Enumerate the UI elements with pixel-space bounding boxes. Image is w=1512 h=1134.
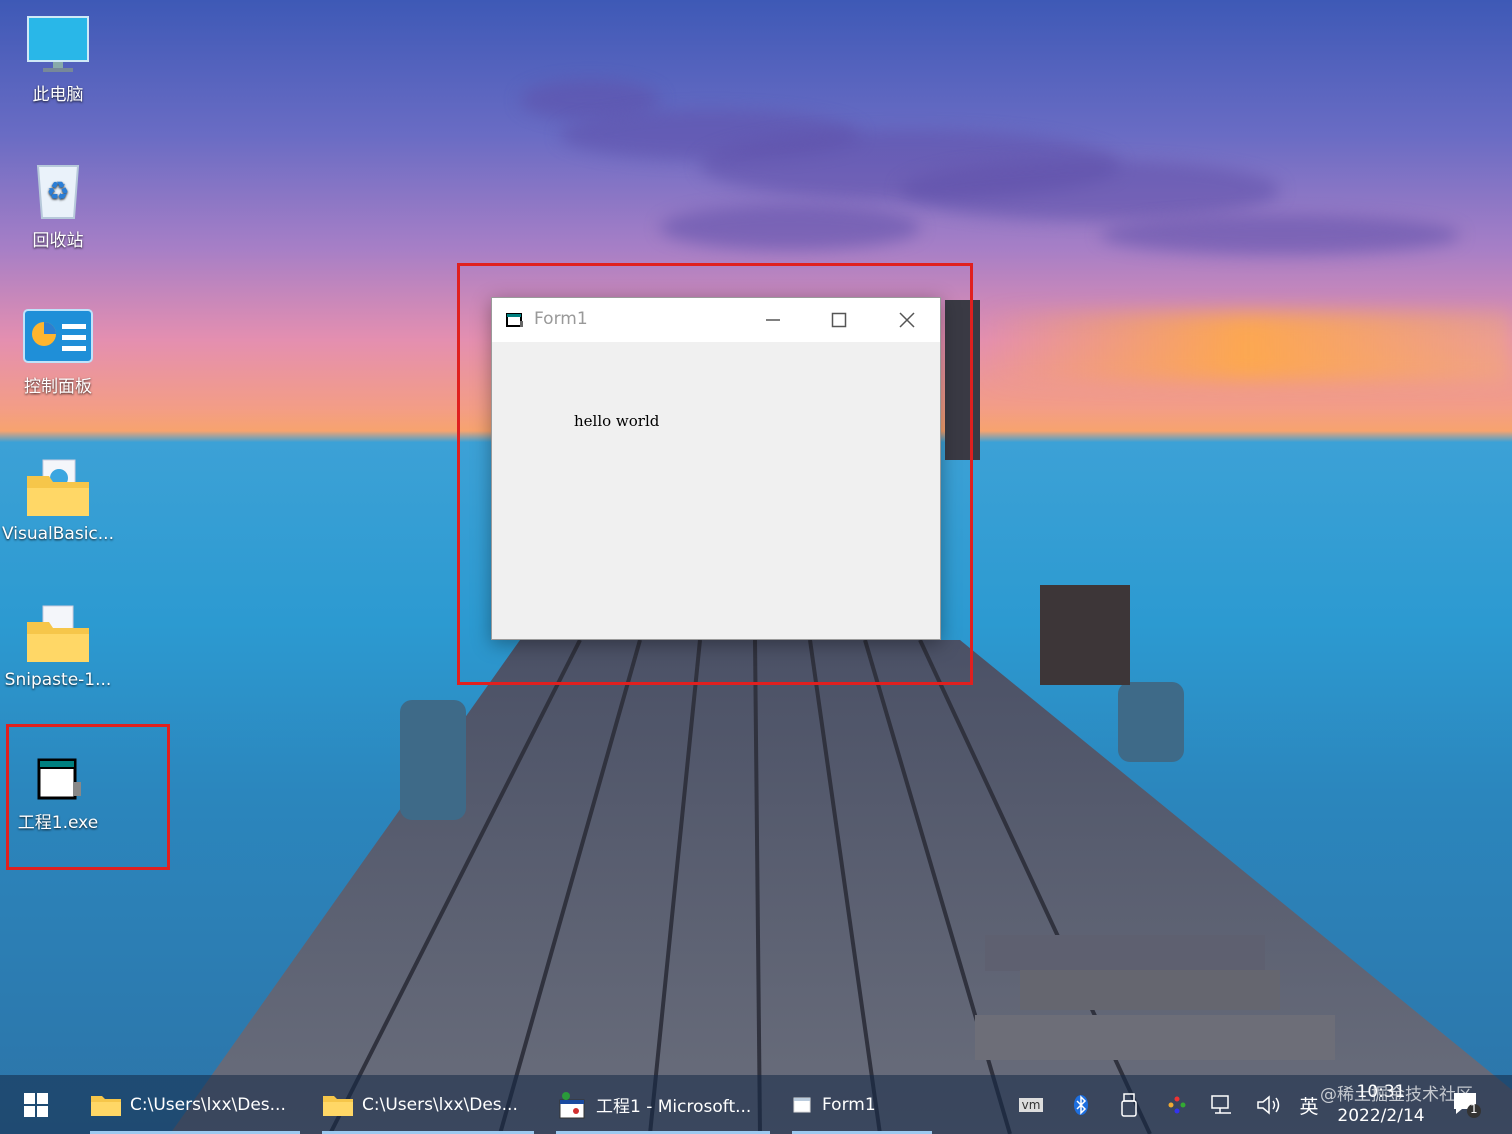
bluetooth-icon [1074,1095,1088,1115]
computer-icon [27,16,89,72]
recycle-bin-icon: ♻ [36,165,80,219]
taskbar-item-form1[interactable]: Form1 [792,1075,932,1134]
desktop-icon-this-pc[interactable]: 此电脑 [2,14,114,105]
taskbar-item-label: C:\Users\lxx\Des... [130,1094,286,1115]
desktop-icon-label: Snipaste-1... [4,670,112,690]
desktop-icon-snipaste-folder[interactable]: Snipaste-1... [2,604,114,690]
control-panel-icon [23,309,93,363]
tray-vmware-icon[interactable]: vm [1018,1092,1044,1118]
desktop-icon-visualbasic-folder[interactable]: VisualBasic... [2,458,114,544]
color-picker-icon [1168,1096,1186,1114]
network-icon [1211,1095,1231,1114]
vm-icon: vm [1018,1098,1044,1112]
ime-indicator[interactable]: 英 [1296,1092,1322,1118]
usb-drive-icon [1121,1093,1137,1117]
taskbar-item-explorer-2[interactable]: C:\Users\lxx\Des... [322,1075,534,1134]
taskbar-item-explorer-1[interactable]: C:\Users\lxx\Des... [90,1075,300,1134]
vb6-icon [559,1091,585,1118]
tray-network-icon[interactable] [1210,1092,1236,1118]
taskbar: C:\Users\lxx\Des... C:\Users\lxx\Des... … [0,1075,1512,1134]
highlight-box-window [457,263,973,685]
folder-icon [91,1095,121,1116]
watermark: @稀土掘金技术社区 [1320,1085,1473,1105]
desktop-icon-label: 控制面板 [24,377,92,397]
taskbar-item-label: C:\Users\lxx\Des... [362,1094,518,1115]
desktop-icon-recycle-bin[interactable]: ♻ 回收站 [2,160,114,251]
taskbar-item-label: 工程1 - Microsoft... [596,1097,752,1117]
folder-icon [27,459,89,516]
folder-icon [27,605,89,662]
clock-date: 2022/2/14 [1337,1106,1425,1126]
taskbar-item-label: Form1 [822,1094,876,1115]
tray-bluetooth-icon[interactable] [1068,1092,1094,1118]
desktop-icon-label: VisualBasic... [2,524,114,544]
desktop-icon-label: 此电脑 [32,85,84,105]
volume-icon [1257,1095,1280,1115]
taskbar-item-vb6[interactable]: 工程1 - Microsoft... [556,1075,770,1134]
tray-usb-icon[interactable] [1116,1092,1142,1118]
highlight-box-exe [6,724,170,870]
form-window-icon [793,1097,811,1112]
start-button[interactable] [18,1075,54,1134]
tray-color-icon[interactable] [1164,1092,1190,1118]
svg-text:♻: ♻ [46,177,69,207]
tray-volume-icon[interactable] [1256,1092,1282,1118]
windows-logo-icon [24,1092,48,1117]
desktop-icon-label: 回收站 [32,231,84,251]
ime-label: 英 [1299,1095,1319,1118]
folder-icon [323,1095,353,1116]
desktop-icon-control-panel[interactable]: 控制面板 [2,308,114,397]
